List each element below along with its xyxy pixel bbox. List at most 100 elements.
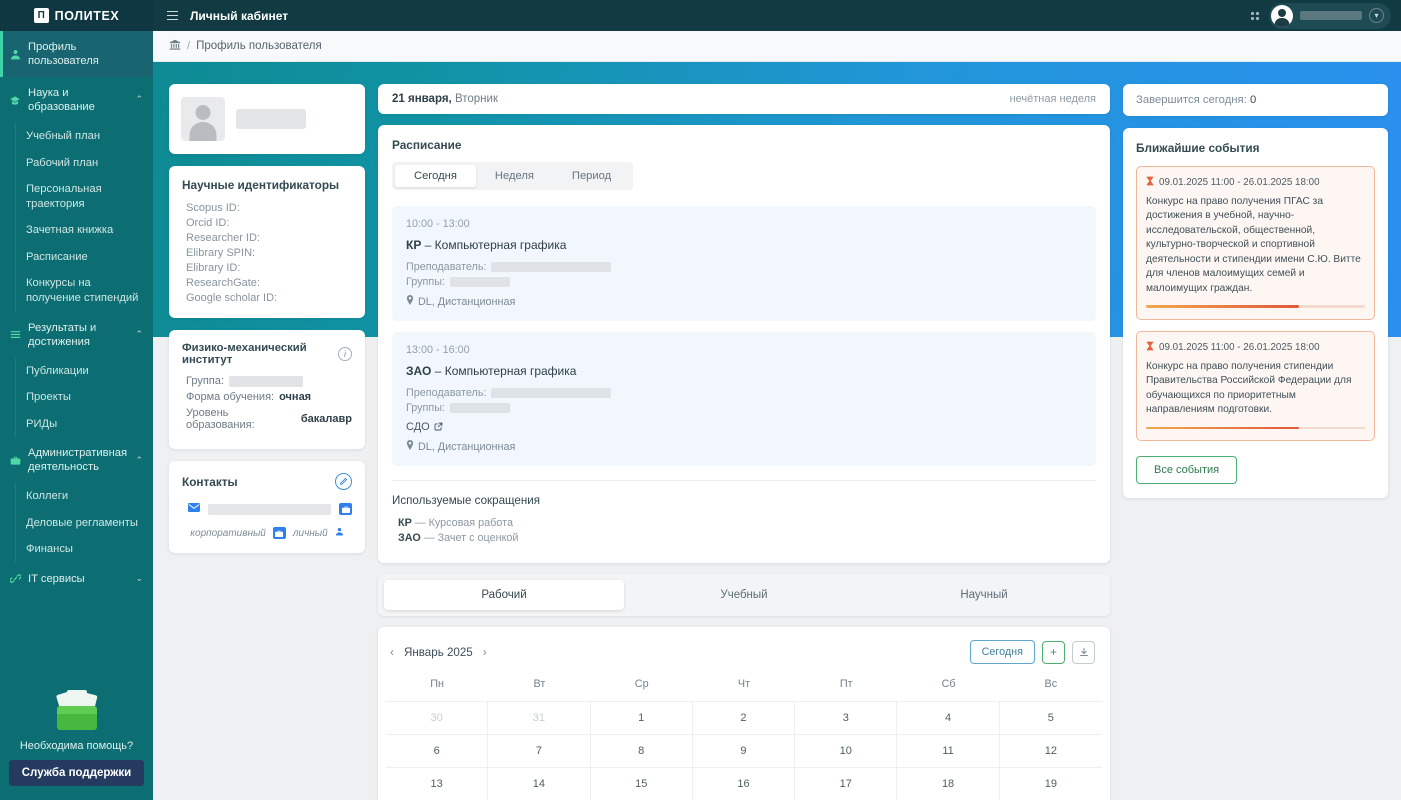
tab-work[interactable]: Рабочий bbox=[384, 580, 624, 610]
calendar-day[interactable]: 31 bbox=[488, 701, 591, 734]
calendar-grid: Пн Вт Ср Чт Пт Сб Вс 30 31 1 2 3 4 5 6 7… bbox=[386, 678, 1102, 800]
calendar-day[interactable]: 17 bbox=[795, 767, 898, 800]
legend-corporate-label: корпоративный bbox=[190, 527, 266, 539]
sidebar-item-record-book[interactable]: Зачетная книжка bbox=[16, 217, 153, 244]
sidebar-item-projects[interactable]: Проекты bbox=[16, 384, 153, 411]
calendar-day[interactable]: 30 bbox=[386, 701, 489, 734]
calendar-dow: Пн bbox=[430, 678, 444, 690]
calendar-day[interactable]: 16 bbox=[692, 767, 796, 800]
chevron-down-icon[interactable]: ⌄ bbox=[135, 573, 143, 584]
tab-week[interactable]: Неделя bbox=[476, 165, 553, 187]
tab-today[interactable]: Сегодня bbox=[395, 165, 476, 187]
avatar[interactable] bbox=[181, 97, 225, 141]
calendar-day[interactable]: 12 bbox=[999, 734, 1102, 767]
event-text: Конкурс на право получения ПГАС за дости… bbox=[1146, 196, 1361, 294]
content-grid: Научные идентификаторы Scopus ID: Orcid … bbox=[153, 62, 1401, 800]
lesson-item[interactable]: 10:00 - 13:00 КР – Компьютерная графика … bbox=[392, 206, 1096, 321]
download-icon[interactable] bbox=[1072, 640, 1095, 664]
sidebar-item-colleagues[interactable]: Коллеги bbox=[16, 483, 153, 510]
sidebar-item-results[interactable]: Результаты и достижения ⌃ bbox=[0, 312, 153, 358]
support-button[interactable]: Служба поддержки bbox=[9, 760, 144, 786]
calendar-day[interactable]: 1 bbox=[590, 701, 693, 734]
identifier-row: Elibrary ID: bbox=[186, 262, 241, 274]
pencil-icon[interactable] bbox=[335, 473, 352, 490]
education-level-value: бакалавр bbox=[300, 413, 352, 425]
calendar-day[interactable]: 19 bbox=[999, 767, 1102, 800]
person-icon bbox=[335, 527, 344, 539]
event-item[interactable]: 09.01.2025 11:00 - 26.01.2025 18:00 Конк… bbox=[1136, 166, 1375, 320]
tab-study[interactable]: Учебный bbox=[624, 580, 864, 610]
sidebar-item-rids[interactable]: РИДы bbox=[16, 411, 153, 438]
calendar-day[interactable]: 6 bbox=[386, 734, 489, 767]
calendar-type-tabs: Рабочий Учебный Научный bbox=[378, 574, 1110, 616]
chevron-up-icon[interactable]: ⌃ bbox=[135, 455, 143, 466]
calendar-day[interactable]: 7 bbox=[488, 734, 591, 767]
calendar-day[interactable]: 11 bbox=[897, 734, 1000, 767]
event-date-row: 09.01.2025 11:00 - 26.01.2025 18:00 bbox=[1146, 176, 1365, 189]
hamburger-icon[interactable] bbox=[167, 10, 178, 21]
sidebar-item-publications[interactable]: Публикации bbox=[16, 358, 153, 385]
abbreviation-text: Зачет с оценкой bbox=[437, 532, 519, 544]
abbreviations-title: Используемые сокращения bbox=[392, 494, 541, 507]
calendar-month-label: Январь 2025 bbox=[404, 645, 473, 659]
email-redacted bbox=[208, 503, 331, 515]
lesson-teacher: Преподаватель: bbox=[406, 387, 1082, 399]
calendar-day[interactable]: 15 bbox=[590, 767, 693, 800]
sidebar-subgroup-results: Публикации Проекты РИДы bbox=[15, 357, 153, 438]
tab-period[interactable]: Период bbox=[553, 165, 630, 187]
brand-logo[interactable]: П ПОЛИТЕХ bbox=[0, 0, 153, 31]
breadcrumb: / Профиль пользователя bbox=[153, 31, 1401, 62]
lesson-code: ЗАО bbox=[406, 364, 432, 378]
chevron-up-icon[interactable]: ⌃ bbox=[135, 329, 143, 340]
sidebar-item-it-services[interactable]: IT сервисы ⌄ bbox=[0, 563, 153, 595]
education-level-label: Уровень образования: bbox=[186, 407, 255, 431]
sidebar-item-finances[interactable]: Финансы bbox=[16, 536, 153, 563]
group-label: Группа: bbox=[186, 375, 224, 387]
calendar-day[interactable]: 3 bbox=[795, 701, 898, 734]
calendar-dow: Чт bbox=[737, 678, 751, 690]
calendar-day[interactable]: 2 bbox=[692, 701, 796, 734]
calendar-day[interactable]: 4 bbox=[897, 701, 1000, 734]
sidebar-item-business-regulations[interactable]: Деловые регламенты bbox=[16, 510, 153, 537]
calendar-day[interactable]: 13 bbox=[386, 767, 489, 800]
sidebar-item-administrative[interactable]: Административная деятельность ⌃ bbox=[0, 437, 153, 483]
contact-email-row[interactable] bbox=[182, 503, 352, 515]
info-icon[interactable]: i bbox=[338, 347, 352, 361]
today-button[interactable]: Сегодня bbox=[969, 640, 1035, 664]
current-date: 21 января, bbox=[392, 93, 452, 105]
identifier-row: Scopus ID: bbox=[186, 202, 240, 214]
sidebar-item-science[interactable]: Наука и образование ⌃ bbox=[0, 77, 153, 123]
sidebar-item-scholarship-contests[interactable]: Конкурсы на получение стипендий bbox=[16, 270, 153, 311]
abbreviation-code: ЗАО bbox=[398, 532, 421, 544]
lesson-item[interactable]: 13:00 - 16:00 ЗАО – Компьютерная графика… bbox=[392, 332, 1096, 466]
sidebar-item-rabochiy-plan[interactable]: Рабочий план bbox=[16, 150, 153, 177]
sidebar-item-personal-trajectory[interactable]: Персональная траектория bbox=[16, 176, 153, 217]
bank-icon[interactable] bbox=[169, 39, 181, 54]
chevron-left-icon[interactable]: ‹ bbox=[390, 645, 394, 659]
calendar-day[interactable]: 8 bbox=[590, 734, 693, 767]
grid-apps-icon[interactable] bbox=[1251, 11, 1259, 20]
events-title: Ближайшие события bbox=[1136, 141, 1260, 155]
calendar-day[interactable]: 14 bbox=[488, 767, 591, 800]
event-item[interactable]: 09.01.2025 11:00 - 26.01.2025 18:00 Конк… bbox=[1136, 330, 1375, 442]
user-name-redacted bbox=[236, 109, 306, 129]
chevron-right-icon[interactable]: › bbox=[483, 645, 487, 659]
sidebar-item-uchebny-plan[interactable]: Учебный план bbox=[16, 123, 153, 150]
calendar-day[interactable]: 18 bbox=[897, 767, 1000, 800]
tab-science[interactable]: Научный bbox=[864, 580, 1104, 610]
lesson-link[interactable]: СДО bbox=[406, 421, 1082, 433]
chevron-down-icon[interactable]: ▾ bbox=[1369, 8, 1384, 23]
sidebar-item-profile[interactable]: Профиль пользователя bbox=[0, 31, 153, 77]
event-progress-bar bbox=[1146, 426, 1365, 430]
chevron-up-icon[interactable]: ⌃ bbox=[135, 94, 143, 105]
sidebar-item-schedule[interactable]: Расписание bbox=[16, 244, 153, 271]
lesson-link-label: СДО bbox=[406, 421, 430, 433]
all-events-button[interactable]: Все события bbox=[1136, 456, 1238, 485]
scientific-identifiers-card: Научные идентификаторы Scopus ID: Orcid … bbox=[169, 166, 365, 318]
calendar-day[interactable]: 9 bbox=[692, 734, 796, 767]
user-menu[interactable]: ▾ bbox=[1269, 2, 1391, 29]
lesson-title: ЗАО – Компьютерная графика bbox=[406, 364, 1082, 378]
calendar-day[interactable]: 5 bbox=[999, 701, 1102, 734]
add-event-button[interactable]: + bbox=[1042, 640, 1065, 664]
calendar-day[interactable]: 10 bbox=[795, 734, 898, 767]
